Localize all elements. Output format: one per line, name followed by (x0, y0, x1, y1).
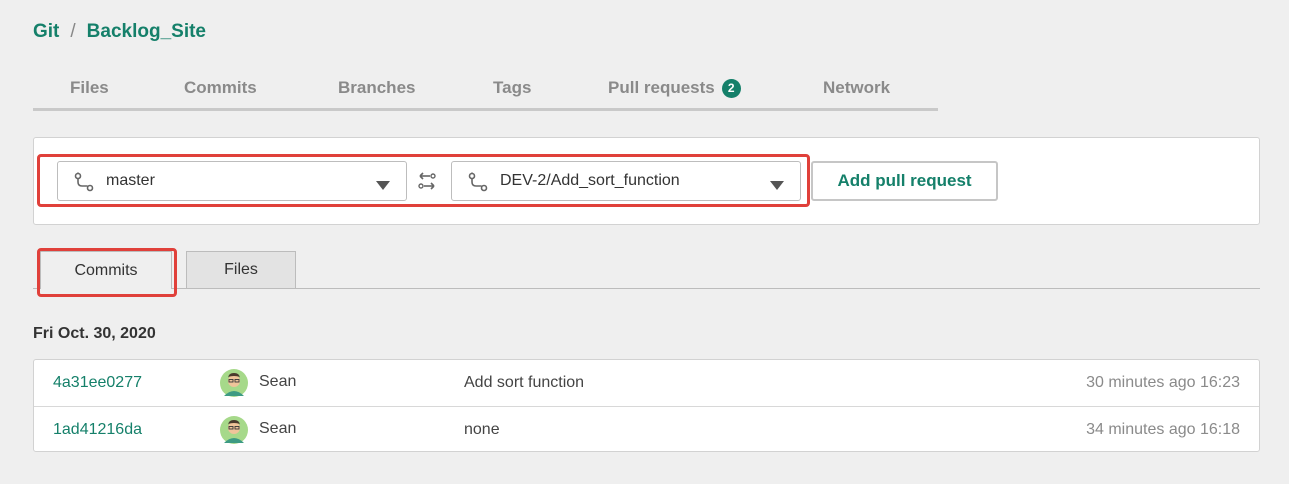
subtab-files[interactable]: Files (186, 251, 296, 288)
tab-label: Tags (493, 78, 532, 97)
repo-nav-tabs: Files Commits Branches Tags Pull request… (33, 70, 938, 111)
caret-down-icon (376, 177, 390, 195)
commit-author: Sean (259, 373, 297, 390)
compare-branches-panel: master DEV-2/Add_sort_function Add pull … (33, 137, 1260, 225)
breadcrumb-repo-name[interactable]: Backlog_Site (87, 21, 206, 43)
table-row: 4a31ee0277 Sean Add sort function 30 min… (34, 360, 1259, 406)
base-branch-select[interactable]: master (57, 161, 407, 201)
tab-pull-requests[interactable]: Pull requests 2 (608, 78, 741, 98)
commit-time: 34 minutes ago 16:18 (1086, 421, 1240, 438)
subtab-commits[interactable]: Commits (40, 251, 172, 289)
tab-network[interactable]: Network (823, 78, 890, 98)
commit-time: 30 minutes ago 16:23 (1086, 374, 1240, 391)
commit-hash-link[interactable]: 1ad41216da (53, 421, 142, 439)
tab-label: Network (823, 78, 891, 97)
tab-branches[interactable]: Branches (338, 78, 415, 98)
commit-message: none (464, 421, 500, 438)
table-row: 1ad41216da Sean none 34 minutes ago 16:1… (34, 406, 1259, 452)
base-branch-label: master (106, 172, 155, 189)
tab-tags[interactable]: Tags (493, 78, 531, 98)
commit-list: 4a31ee0277 Sean Add sort function 30 min… (33, 359, 1260, 452)
add-pull-request-button[interactable]: Add pull request (811, 161, 998, 201)
commit-date-heading: Fri Oct. 30, 2020 (33, 325, 156, 342)
breadcrumb: Git / Backlog_Site (33, 21, 206, 43)
tab-files[interactable]: Files (70, 78, 109, 98)
user-avatar-icon (220, 369, 248, 397)
tab-label: Pull requests (608, 78, 715, 97)
commit-message: Add sort function (464, 374, 585, 391)
pull-requests-count-badge: 2 (721, 78, 741, 98)
breadcrumb-separator: / (70, 21, 76, 42)
breadcrumb-repo-type[interactable]: Git (33, 21, 59, 43)
git-branch-icon (74, 172, 94, 197)
caret-down-icon (770, 177, 784, 195)
tab-label: Files (70, 78, 109, 97)
tab-commits[interactable]: Commits (184, 78, 257, 98)
subtabs-divider (33, 288, 1260, 289)
user-avatar-icon (220, 416, 248, 444)
compare-branch-select[interactable]: DEV-2/Add_sort_function (451, 161, 801, 201)
git-branch-icon (468, 172, 488, 197)
compare-branch-label: DEV-2/Add_sort_function (500, 172, 680, 189)
swap-branches-icon[interactable] (417, 171, 437, 196)
commit-author: Sean (259, 420, 297, 437)
tab-label: Commits (184, 78, 257, 97)
commit-hash-link[interactable]: 4a31ee0277 (53, 374, 142, 392)
tab-label: Branches (338, 78, 416, 97)
